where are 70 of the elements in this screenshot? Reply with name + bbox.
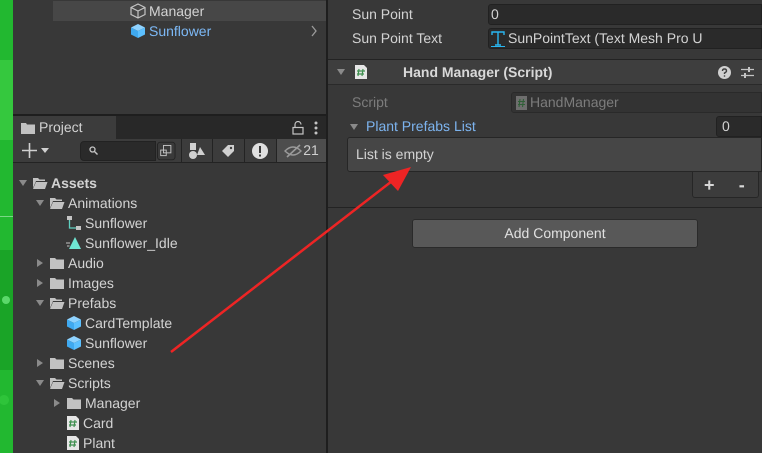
asset-name[interactable]: Sunflower_Idle — [85, 232, 178, 254]
add-component-button[interactable]: Add Component — [412, 219, 698, 248]
animator-icon — [66, 215, 82, 231]
asset-name[interactable]: Prefabs — [68, 292, 116, 314]
asset-name[interactable]: Scripts — [68, 372, 111, 394]
folder-icon — [21, 122, 35, 134]
field-label: Sun Point Text — [351, 29, 444, 48]
asset-name[interactable]: CardTemplate — [85, 312, 172, 334]
hidden-packages-button[interactable]: 21 — [276, 139, 326, 162]
list-label[interactable]: Plant Prefabs List — [366, 116, 476, 137]
remove-element-button[interactable]: - — [730, 176, 753, 194]
asset-name[interactable]: Card — [83, 412, 114, 434]
search-icon — [88, 146, 98, 156]
tag-icon — [221, 144, 236, 158]
cube-icon — [66, 335, 82, 351]
asset-name[interactable]: Animations — [68, 192, 138, 214]
script-icon — [66, 435, 80, 451]
folder-icon — [49, 256, 65, 270]
chevron-right-icon[interactable] — [310, 25, 318, 37]
asset-name[interactable]: Sunflower — [85, 212, 148, 234]
expanded-arrow-icon[interactable] — [349, 122, 359, 132]
folder-icon — [49, 356, 65, 370]
lock-icon[interactable] — [292, 121, 304, 136]
project-tab[interactable]: Project — [13, 116, 116, 140]
plus-icon — [22, 143, 37, 158]
expanded-arrow-icon[interactable] — [35, 378, 45, 388]
help-icon[interactable] — [718, 66, 731, 78]
asset-name[interactable]: Plant — [83, 432, 115, 453]
script-icon — [354, 64, 368, 80]
animation-clip-icon — [66, 236, 82, 250]
expanded-arrow-icon[interactable] — [35, 298, 45, 308]
settings-sliders-icon[interactable] — [741, 66, 754, 78]
more-options-icon[interactable] — [314, 121, 318, 136]
hierarchy-item[interactable]: Manager — [53, 1, 326, 21]
field-label: Script — [351, 93, 389, 112]
search-scope-icon[interactable] — [157, 140, 176, 161]
text-icon — [491, 30, 505, 46]
field-label: Sun Point — [351, 5, 414, 24]
shapes-icon — [188, 142, 205, 159]
asset-name[interactable]: Assets — [51, 172, 97, 194]
open-folder-icon — [49, 196, 65, 210]
asset-name[interactable]: Manager — [85, 392, 140, 414]
search-field[interactable] — [80, 140, 156, 161]
empty-list-text: List is empty — [356, 145, 434, 164]
collapsed-arrow-icon[interactable] — [52, 398, 62, 408]
cube-icon — [130, 3, 146, 19]
asset-name[interactable]: Audio — [68, 252, 104, 274]
object-field[interactable]: SunPointText (Text Mesh Pro U — [488, 28, 762, 49]
asset-name[interactable]: Images — [68, 272, 114, 294]
collapsed-arrow-icon[interactable] — [35, 358, 45, 368]
open-folder-icon — [49, 296, 65, 310]
expanded-arrow-icon[interactable] — [336, 67, 346, 77]
script-field: HandManager — [511, 92, 762, 113]
script-icon — [66, 415, 80, 431]
open-folder-icon — [49, 376, 65, 390]
script-icon — [516, 96, 527, 110]
cube-icon — [130, 23, 146, 39]
asset-name[interactable]: Scenes — [68, 352, 115, 374]
add-element-button[interactable]: + — [698, 176, 720, 194]
exclamation-icon — [252, 142, 268, 159]
list-size-field[interactable]: 0 — [716, 116, 762, 137]
folder-icon — [49, 276, 65, 290]
number-field[interactable]: 0 — [488, 4, 762, 25]
folder-icon — [66, 396, 82, 410]
open-folder-icon — [32, 176, 48, 190]
cube-icon — [66, 315, 82, 331]
hidden-eye-icon — [284, 144, 302, 158]
caret-icon — [41, 148, 49, 154]
asset-name[interactable]: Sunflower — [85, 332, 148, 354]
hierarchy-item[interactable]: Sunflower — [53, 21, 326, 41]
